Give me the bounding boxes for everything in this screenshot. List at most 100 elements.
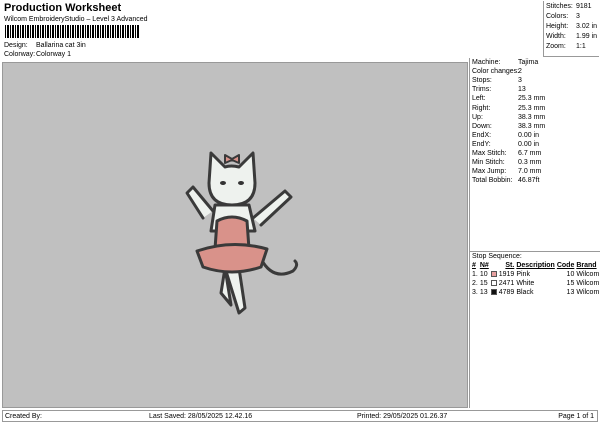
detail-row: Max Jump: 7.0 mm — [472, 168, 541, 176]
brand: Wilcom — [576, 289, 600, 296]
stat-value: 1:1 — [576, 43, 586, 50]
detail-label: Max Stitch: — [472, 150, 507, 157]
detail-value: 38.3 mm — [518, 122, 546, 130]
detail-label: Color changes: — [472, 68, 520, 76]
stop-sequence-table: # N# St. Description Code Brand 1. 10 19… — [472, 261, 600, 297]
detail-value: 46.87ft — [518, 177, 540, 185]
stop-row: 1. 10 1919 Pink 10 Wilcom — [472, 270, 600, 279]
detail-value: 0.00 in — [518, 140, 540, 148]
detail-label: Right: — [472, 104, 491, 112]
detail-label: Left: — [472, 95, 486, 103]
description: Black — [516, 289, 534, 296]
detail-label: Stops: — [472, 77, 492, 85]
stop-row: 2. 15 2471 White 15 Wilcom — [472, 279, 600, 288]
stat-value: 3 — [576, 13, 580, 20]
page-number: Page 1 of 1 — [558, 413, 594, 420]
detail-row: Trims: 13 — [472, 86, 526, 94]
detail-label: EndX: — [472, 131, 492, 139]
details-panel: Machine: Tajima Color changes: 2 Stops: 3 Trim… — [469, 58, 600, 408]
footer: Created By: Last Saved: 28/05/2025 12.42… — [2, 410, 598, 422]
brand: Wilcom — [576, 280, 600, 287]
detail-value: 13 — [518, 86, 526, 94]
needle-number: 10 — [479, 271, 488, 278]
stat-label: Height: — [546, 23, 569, 30]
code: 10 — [566, 271, 575, 278]
detail-value: 3 — [518, 77, 522, 85]
col-num: # — [472, 262, 476, 269]
detail-value: 25.3 mm — [518, 104, 546, 112]
detail-row: Left: 25.3 mm — [472, 95, 545, 103]
detail-row: Down: 38.3 mm — [472, 123, 545, 130]
stitch-count: 4789 — [490, 288, 517, 297]
color-swatch — [490, 280, 497, 286]
detail-value: 38.3 mm — [518, 113, 546, 121]
printed-date: Printed: 29/05/2025 01.26.37 — [357, 413, 448, 420]
design-preview — [2, 62, 468, 408]
subtitle: Wilcom EmbroideryStudio – Level 3 Advanc… — [4, 16, 148, 23]
detail-row: Max Stitch: 6.7 mm — [472, 150, 541, 157]
stop-row: 3. 13 4789 Black 13 Wilcom — [472, 288, 600, 297]
barcode — [5, 25, 139, 38]
needle-number: 15 — [479, 280, 488, 287]
detail-label: Total Bobbin: — [472, 177, 513, 185]
detail-value: 25.3 mm — [518, 95, 546, 103]
stat-label: Stitches: — [546, 3, 573, 10]
design-value: Ballarina cat 3in — [36, 42, 86, 49]
code: 13 — [566, 289, 575, 296]
detail-value: 0.00 in — [518, 131, 540, 139]
detail-row: Right: 25.3 mm — [472, 104, 545, 112]
stitch-value: 4789 — [498, 289, 515, 296]
stop-num: 2. — [472, 280, 478, 287]
ballerina-cat-design — [185, 151, 299, 315]
brand: Wilcom — [576, 271, 600, 278]
stitch-value: 1919 — [498, 271, 515, 278]
detail-row: Min Stitch: 0.3 mm — [472, 159, 541, 166]
stitch-value: 2471 — [498, 280, 515, 287]
color-swatch — [490, 289, 497, 295]
detail-value: 7.0 mm — [518, 168, 542, 176]
detail-label: Machine: — [472, 59, 501, 66]
design-label: Design: — [4, 42, 28, 49]
detail-row: Color changes: 2 — [472, 68, 522, 76]
col-n: N# — [479, 262, 489, 269]
detail-row: Stops: 3 — [472, 77, 522, 85]
stat-row: Colors: 3 — [546, 13, 580, 20]
detail-row: Total Bobbin: 46.87ft — [472, 177, 539, 185]
stat-value: 1.99 in — [576, 33, 598, 40]
col-description: Description — [516, 262, 555, 269]
col-st: St. — [505, 262, 515, 269]
stats-box: Stitches: 9181 Colors: 3 Height: 3.02 in Width… — [543, 1, 599, 57]
stat-value: 3.02 in — [576, 23, 598, 30]
detail-value: 2 — [518, 68, 522, 76]
stat-label: Zoom: — [546, 43, 566, 50]
detail-value: 0.3 mm — [518, 159, 542, 167]
stat-label: Colors: — [546, 13, 569, 20]
stat-value: 9181 — [576, 3, 592, 10]
detail-row: Machine: Tajima — [472, 59, 538, 66]
stat-row: Zoom: 1:1 — [546, 43, 586, 50]
colorway-label: Colorway: — [4, 51, 36, 58]
detail-value: 6.7 mm — [518, 150, 542, 157]
page-title: Production Worksheet — [4, 2, 122, 14]
stop-sequence-title: Stop Sequence: — [472, 253, 522, 260]
created-by: Created By: — [5, 413, 42, 420]
colorway-value: Colorway 1 — [36, 51, 72, 58]
stat-label: Width: — [546, 33, 566, 40]
stat-row: Height: 3.02 in — [546, 23, 597, 30]
detail-row: EndY: 0.00 in — [472, 141, 539, 148]
stat-row: Width: 1.99 in — [546, 33, 597, 40]
detail-label: Max Jump: — [472, 168, 507, 176]
col-code: Code — [556, 262, 575, 269]
last-saved: Last Saved: 28/05/2025 12.42.16 — [149, 413, 253, 420]
description: White — [516, 280, 535, 287]
detail-label: Up: — [472, 113, 483, 121]
description: Pink — [516, 271, 530, 278]
stat-row: Stitches: 9181 — [546, 3, 592, 10]
stitch-count: 1919 — [490, 270, 517, 279]
detail-label: Trims: — [472, 86, 492, 94]
stitch-count: 2471 — [490, 279, 517, 288]
col-brand: Brand — [576, 262, 597, 269]
stop-num: 1. — [472, 271, 478, 278]
code: 15 — [566, 280, 575, 287]
detail-row: EndX: 0.00 in — [472, 131, 539, 139]
